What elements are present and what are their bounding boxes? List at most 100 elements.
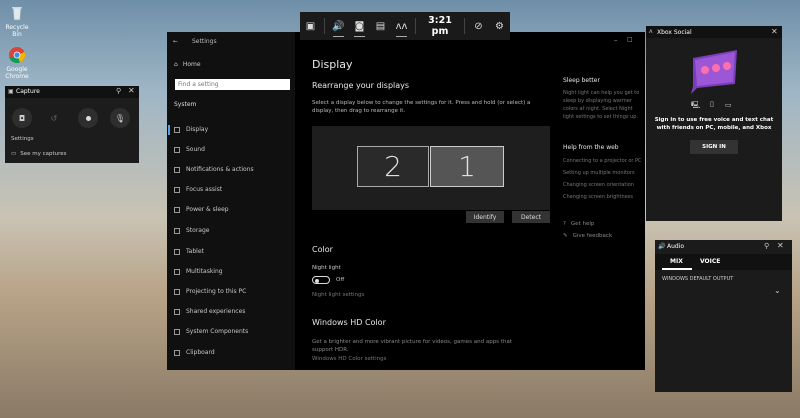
mic-toggle-button[interactable]: 🎙 [110, 108, 130, 128]
default-output-label: WINDOWS DEFAULT OUTPUT [662, 276, 734, 282]
sidebar-item-multitasking[interactable]: Multitasking [174, 268, 223, 275]
sidebar-item-notifications[interactable]: Notifications & actions [174, 166, 254, 173]
tablet-icon [174, 248, 180, 255]
sidebar-item-components[interactable]: System Components [174, 328, 248, 335]
page-title: Display [312, 58, 353, 71]
sidebar-item-label: Shared experiences [186, 308, 246, 315]
sidebar-item-label: Storage [186, 227, 210, 234]
see-my-captures-label: See my captures [20, 151, 67, 157]
sidebar-item-focus-assist[interactable]: Focus assist [174, 186, 222, 193]
sidebar-item-label: Sound [186, 146, 205, 153]
focus-assist-icon [174, 186, 180, 193]
sidebar-item-tablet[interactable]: Tablet [174, 248, 204, 255]
divider [324, 18, 325, 34]
power-icon [174, 206, 180, 213]
night-light-settings-link[interactable]: Night light settings [312, 292, 364, 298]
sidebar-item-power[interactable]: Power & sleep [174, 206, 229, 213]
sidebar-item-label: Clipboard [186, 349, 215, 356]
pin-icon[interactable]: ⚲ [764, 242, 769, 250]
sidebar-item-label: Focus assist [186, 186, 223, 193]
camera-icon: ◘ [18, 113, 26, 123]
selected-indicator [168, 125, 170, 135]
sidebar-item-shared[interactable]: Shared experiences [174, 308, 245, 315]
widget-menu-icon[interactable]: ▣ [300, 12, 321, 40]
capture-widget-icon: ▣ [8, 88, 14, 95]
get-help-label: Get help [570, 221, 595, 227]
hd-color-settings-link[interactable]: Windows HD Color settings [312, 356, 386, 362]
search-input[interactable]: Find a setting [175, 79, 290, 90]
night-light-state: Off [336, 277, 345, 283]
notifications-icon [174, 166, 180, 173]
help-link[interactable]: Connecting to a projector or PC [563, 158, 643, 164]
night-light-toggle[interactable] [312, 276, 330, 284]
detect-button[interactable]: Detect [512, 211, 550, 223]
divider [464, 18, 465, 34]
back-arrow-icon[interactable]: ← [173, 38, 178, 45]
active-tab-indicator [662, 268, 692, 270]
tab-mix[interactable]: MIX [670, 258, 683, 265]
get-help-link[interactable]: ? Get help [563, 221, 594, 227]
start-recording-button[interactable] [78, 108, 98, 128]
xbox-social-title: Xbox Social [657, 29, 692, 36]
color-title: Color [312, 245, 333, 254]
sidebar-item-sound[interactable]: Sound [174, 146, 205, 153]
settings-window-title: Settings [192, 38, 217, 45]
close-icon[interactable]: ✕ [128, 86, 135, 95]
record-last-button[interactable]: ↺ [44, 108, 64, 128]
capture-settings-label[interactable]: Settings [11, 136, 34, 142]
looking-for-group-icon[interactable]: ⊘ [468, 12, 489, 40]
gallery-icon: ▭ [11, 151, 17, 157]
desktop-icon-chrome[interactable]: Google Chrome [2, 46, 32, 80]
desktop-icon-recycle-bin[interactable]: Recycle Bin [2, 4, 32, 38]
gear-icon[interactable]: ⚙ [489, 12, 510, 40]
divider [415, 18, 416, 34]
sidebar-item-storage[interactable]: Storage [174, 227, 209, 234]
maximize-icon[interactable]: □ [627, 36, 633, 43]
pin-icon[interactable]: ⚲ [116, 87, 121, 95]
audio-icon[interactable]: 🔊 [328, 12, 349, 40]
close-icon[interactable]: ✕ [771, 27, 778, 36]
mic-off-icon: 🎙 [114, 113, 126, 123]
sound-icon [174, 146, 180, 153]
sidebar-item-home[interactable]: ⌂ Home [174, 61, 201, 68]
monitor-2[interactable]: 2 [357, 146, 429, 187]
sidebar-item-label: Display [186, 126, 209, 133]
xbox-social-icon[interactable]: ᴧᴧ [391, 12, 412, 40]
desktop-icon-label: Recycle Bin [5, 24, 29, 38]
sign-in-button[interactable]: SIGN IN [690, 140, 738, 154]
record-last-icon: ↺ [50, 113, 58, 123]
screenshot-button[interactable]: ◘ [12, 108, 32, 128]
identify-button[interactable]: Identify [466, 211, 504, 223]
minimize-icon[interactable]: – [614, 36, 618, 44]
rearrange-description: Select a display below to change the set… [312, 100, 531, 114]
give-feedback-link[interactable]: ✎ Give feedback [563, 233, 612, 239]
sidebar-item-projecting[interactable]: Projecting to this PC [174, 288, 246, 295]
rearrange-title: Rearrange your displays [312, 81, 410, 90]
mobile-icon: ▯ [710, 100, 714, 108]
close-icon[interactable]: ✕ [777, 241, 784, 250]
sidebar-section-title: System [174, 101, 197, 108]
desktop-icon-label: Google Chrome [5, 66, 29, 80]
capture-icon[interactable]: ◙ [349, 12, 370, 40]
help-link[interactable]: Changing screen orientation [563, 182, 634, 188]
monitor-1[interactable]: 1 [430, 146, 504, 187]
chevron-down-icon[interactable]: ⌄ [774, 286, 781, 295]
chrome-icon [8, 46, 26, 64]
game-bar: ▣ 🔊 ◙ ▤ ᴧᴧ 3:21 pm ⊘ ⚙ [300, 12, 510, 40]
performance-icon[interactable]: ▤ [370, 12, 391, 40]
help-link[interactable]: Changing screen brightness [563, 194, 633, 200]
see-my-captures-link[interactable]: ▭ See my captures [11, 151, 67, 157]
help-link[interactable]: Setting up multiple monitors [563, 170, 635, 176]
sidebar-item-label: Projecting to this PC [186, 288, 247, 295]
help-web-title: Help from the web [563, 144, 619, 151]
clipboard-icon [174, 349, 180, 356]
sidebar-item-display[interactable]: Display [174, 126, 208, 133]
night-light-label: Night light [312, 265, 341, 271]
give-feedback-label: Give feedback [572, 233, 613, 239]
audio-title: Audio [667, 243, 685, 250]
tab-voice[interactable]: VOICE [700, 258, 720, 265]
sidebar-item-label: Multitasking [186, 268, 223, 275]
console-icon: ▭ [725, 101, 732, 109]
help-icon: ? [563, 221, 566, 227]
sidebar-item-clipboard[interactable]: Clipboard [174, 349, 215, 356]
